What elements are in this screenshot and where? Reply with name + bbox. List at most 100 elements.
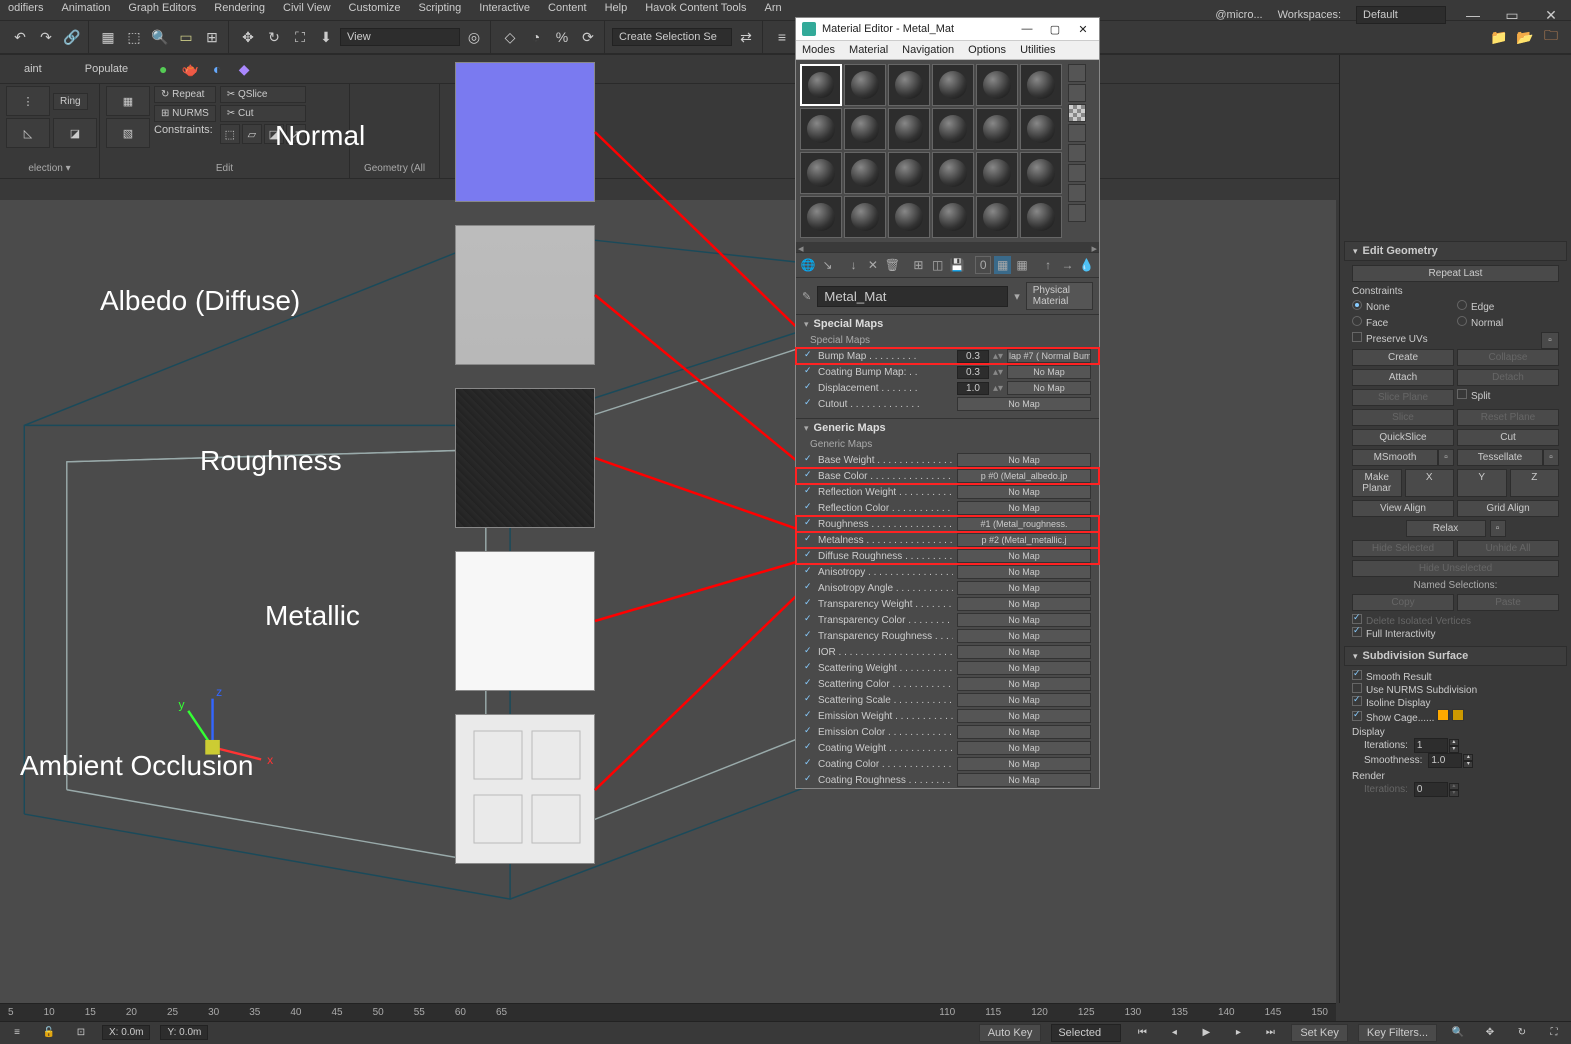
map-enable-checkbox[interactable]	[804, 551, 814, 561]
map-slot-button[interactable]: No Map	[957, 741, 1091, 755]
zoom-icon[interactable]: 🔍	[1447, 1022, 1469, 1044]
sample-type-icon[interactable]	[1068, 64, 1086, 82]
map-slot-button[interactable]: No Map	[1007, 381, 1091, 395]
map-slot-button[interactable]: lap #7 ( Normal Bump	[1007, 349, 1091, 363]
detach-button[interactable]: Detach	[1457, 369, 1559, 386]
render-iterations-spinner[interactable]: ▴▾	[1414, 782, 1459, 797]
put-to-scene-icon[interactable]: ↘	[819, 256, 835, 274]
material-slot[interactable]	[932, 196, 974, 238]
split-check[interactable]: Split	[1471, 391, 1490, 402]
mat-menu-options[interactable]: Options	[968, 44, 1006, 56]
menu-animation[interactable]: Animation	[61, 2, 110, 18]
menu-graph-editors[interactable]: Graph Editors	[128, 2, 196, 18]
map-enable-checkbox[interactable]	[804, 711, 814, 721]
map-enable-checkbox[interactable]	[804, 679, 814, 689]
material-slot[interactable]	[976, 64, 1018, 106]
menu-arnold[interactable]: Arn	[765, 2, 782, 18]
material-editor-window[interactable]: Material Editor - Metal_Mat — ▢ ✕ Modes …	[795, 17, 1100, 789]
show-end-icon[interactable]: ▦	[1014, 256, 1030, 274]
constraint-none-radio[interactable]: None	[1352, 300, 1454, 313]
slice-plane-button[interactable]: Slice Plane	[1352, 389, 1454, 406]
map-slot-button[interactable]: No Map	[957, 597, 1091, 611]
material-slot[interactable]	[888, 196, 930, 238]
map-slot-button[interactable]: No Map	[957, 501, 1091, 515]
map-slot-button[interactable]: No Map	[957, 397, 1091, 411]
smooth-result-checkbox[interactable]: Smooth Result	[1352, 672, 1432, 683]
material-slot[interactable]	[844, 196, 886, 238]
particle-icon[interactable]: ◐	[205, 57, 229, 81]
planar-y[interactable]: Y	[1457, 469, 1507, 497]
map-enable-checkbox[interactable]	[804, 743, 814, 753]
mat-id-icon[interactable]: 0	[975, 256, 992, 274]
named-selection-dropdown[interactable]: Create Selection Se	[612, 28, 732, 46]
map-enable-checkbox[interactable]	[804, 759, 814, 769]
coord-y[interactable]: Y: 0.0m	[160, 1025, 208, 1040]
material-slot[interactable]	[932, 64, 974, 106]
attach-button[interactable]: Attach	[1352, 369, 1454, 386]
preserve-uvs-settings[interactable]: ▫	[1541, 332, 1559, 349]
menu-content[interactable]: Content	[548, 2, 587, 18]
prev-frame-icon[interactable]: ◂	[1163, 1022, 1185, 1044]
map-enable-checkbox[interactable]	[804, 535, 814, 545]
preserve-uvs-checkbox[interactable]: Preserve UVs	[1352, 334, 1428, 345]
full-interactivity-checkbox[interactable]: Full Interactivity	[1352, 629, 1435, 640]
copy-button[interactable]: Copy	[1352, 594, 1454, 611]
map-slot-button[interactable]: p #2 (Metal_metallic.j	[957, 533, 1091, 547]
reset-icon[interactable]: ✕	[865, 256, 881, 274]
mat-menu-utilities[interactable]: Utilities	[1020, 44, 1055, 56]
map-enable-checkbox[interactable]	[804, 503, 814, 513]
scale-icon[interactable]: ⛶	[288, 25, 312, 49]
map-slot-button[interactable]: No Map	[957, 453, 1091, 467]
map-enable-checkbox[interactable]	[804, 615, 814, 625]
map-enable-checkbox[interactable]	[804, 367, 814, 377]
spinner-icon[interactable]: ▴▾	[993, 383, 1003, 394]
map-enable-checkbox[interactable]	[804, 471, 814, 481]
align-icon[interactable]: ≡	[770, 25, 794, 49]
relax-settings[interactable]: ▫	[1490, 520, 1506, 537]
show-map-icon[interactable]: ▦	[994, 256, 1010, 274]
time-slider[interactable]: 51015 202530 354045 505560 65 110115120 …	[0, 1003, 1336, 1021]
spinner-snap-icon[interactable]: ⟳	[576, 25, 600, 49]
material-slot[interactable]	[800, 108, 842, 150]
maximize-icon[interactable]: ▭	[1500, 5, 1524, 25]
hide-unselected-button[interactable]: Hide Unselected	[1352, 560, 1559, 577]
material-name-input[interactable]	[817, 286, 1008, 307]
material-slot[interactable]	[888, 108, 930, 150]
maxscript-icon[interactable]: ≡	[6, 1022, 28, 1044]
move-icon[interactable]: ✥	[236, 25, 260, 49]
show-cage-checkbox[interactable]: Show Cage......	[1352, 713, 1434, 724]
repeat-last-button[interactable]: Repeat Last	[1352, 265, 1559, 282]
pick-icon[interactable]: 💧	[1079, 256, 1095, 274]
material-slot[interactable]	[976, 196, 1018, 238]
view-align-button[interactable]: View Align	[1352, 500, 1454, 517]
map-slot-button[interactable]: p #0 (Metal_albedo.jp	[957, 469, 1091, 483]
planar-z[interactable]: Z	[1510, 469, 1560, 497]
material-slot[interactable]	[800, 196, 842, 238]
map-slot-button[interactable]: No Map	[957, 629, 1091, 643]
material-slot[interactable]	[844, 64, 886, 106]
material-type-button[interactable]: Physical Material	[1026, 282, 1093, 310]
map-enable-checkbox[interactable]	[804, 695, 814, 705]
goto-end-icon[interactable]: ⏭	[1259, 1022, 1281, 1044]
map-slot-button[interactable]: No Map	[957, 549, 1091, 563]
material-slot[interactable]	[976, 152, 1018, 194]
pivot-icon[interactable]: ◎	[462, 25, 486, 49]
map-enable-checkbox[interactable]	[804, 727, 814, 737]
map-slot-button[interactable]: No Map	[957, 485, 1091, 499]
get-material-icon[interactable]: 🌐	[800, 256, 816, 274]
material-slot[interactable]	[800, 64, 842, 106]
isoline-checkbox[interactable]: Isoline Display	[1352, 698, 1430, 709]
map-slot-button[interactable]: No Map	[957, 613, 1091, 627]
ring-button[interactable]: Ring	[53, 93, 88, 110]
use-nurms-checkbox[interactable]: Use NURMS Subdivision	[1352, 685, 1477, 696]
cut-button2[interactable]: Cut	[1457, 429, 1559, 446]
menu-scripting[interactable]: Scripting	[418, 2, 461, 18]
map-slot-button[interactable]: No Map	[957, 581, 1091, 595]
map-slot-button[interactable]: #1 (Metal_roughness.	[957, 517, 1091, 531]
material-slot[interactable]	[844, 152, 886, 194]
map-enable-checkbox[interactable]	[804, 647, 814, 657]
msmooth-settings[interactable]: ▫	[1438, 449, 1454, 466]
go-forward-icon[interactable]: →	[1059, 256, 1075, 274]
background-icon[interactable]	[1068, 104, 1086, 122]
assign-icon[interactable]: ↓	[845, 256, 861, 274]
